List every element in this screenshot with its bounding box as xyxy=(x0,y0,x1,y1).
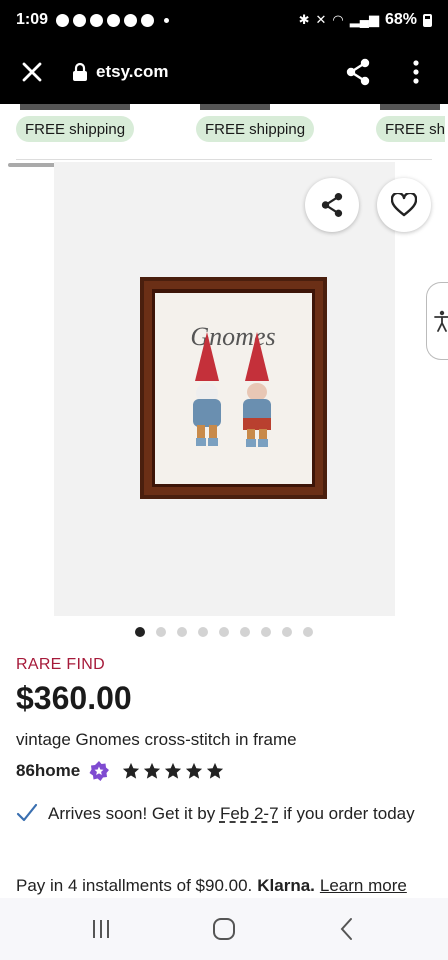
pagination-dot[interactable] xyxy=(261,627,271,637)
favorite-button[interactable] xyxy=(377,178,431,232)
pagination-dot[interactable] xyxy=(219,627,229,637)
framed-artwork: Gnomes xyxy=(140,277,327,499)
wifi-icon: ◠ xyxy=(332,12,344,27)
divider xyxy=(16,159,432,160)
notification-icon xyxy=(107,13,121,27)
url-text: etsy.com xyxy=(96,62,169,81)
free-shipping-badge: FREE shipping xyxy=(196,116,315,142)
star-icon xyxy=(186,762,203,779)
star-icon xyxy=(144,762,161,779)
status-bar: 1:09 ✱ ✕ ◠ ▂▄▆ 68% xyxy=(0,0,448,40)
star-seller-icon xyxy=(88,760,110,782)
installments-row: Pay in 4 installments of $90.00. Klarna. L… xyxy=(16,876,407,896)
product-image[interactable]: Gnomes xyxy=(54,162,395,616)
home-icon xyxy=(212,918,235,940)
accessibility-button[interactable] xyxy=(426,282,448,360)
star-icon xyxy=(123,762,140,779)
heart-icon xyxy=(391,193,417,217)
pagination-dot[interactable] xyxy=(240,627,250,637)
notification-icons xyxy=(56,13,170,27)
home-button[interactable] xyxy=(200,905,248,953)
star-icon xyxy=(165,762,182,779)
system-icons: ✱ ✕ ◠ ▂▄▆ 68% xyxy=(299,11,432,29)
close-tab-button[interactable] xyxy=(16,56,48,88)
pagination-dot[interactable] xyxy=(135,627,145,637)
browser-toolbar: etsy.com xyxy=(0,40,448,104)
shop-row[interactable]: 86home xyxy=(16,760,224,782)
share-icon xyxy=(346,58,370,86)
related-items-strip[interactable]: FREE shipping FREE shipping FREE sh xyxy=(0,104,448,160)
pagination-dot[interactable] xyxy=(156,627,166,637)
notification-icon xyxy=(124,13,138,27)
recents-button[interactable] xyxy=(77,905,125,953)
more-vert-icon xyxy=(413,60,419,84)
pagination-dot[interactable] xyxy=(177,627,187,637)
system-nav-bar xyxy=(0,898,448,960)
cut-price xyxy=(200,104,270,110)
back-icon xyxy=(340,918,352,940)
share-icon xyxy=(321,193,343,217)
installments-text: Pay in 4 installments of $90.00. xyxy=(16,876,253,895)
browser-menu-button[interactable] xyxy=(400,56,432,88)
more-notifications-dot xyxy=(164,17,170,23)
notification-icon xyxy=(56,13,70,27)
battery-icon xyxy=(423,13,432,27)
free-shipping-badge: FREE shipping xyxy=(16,116,135,142)
cut-price xyxy=(20,104,130,110)
delivery-tail: if you order today xyxy=(278,804,415,823)
share-button[interactable] xyxy=(342,56,374,88)
signal-icon: ▂▄▆ xyxy=(349,12,379,27)
accessibility-icon xyxy=(433,310,448,332)
pagination-dot[interactable] xyxy=(198,627,208,637)
delivery-date[interactable]: Feb 2-7 xyxy=(220,804,279,823)
back-button[interactable] xyxy=(323,905,371,953)
image-pagination[interactable] xyxy=(0,627,448,637)
cut-price xyxy=(380,104,440,110)
recents-icon xyxy=(93,920,110,938)
delivery-lead: Arrives soon! Get it by xyxy=(48,804,220,823)
artwork-caption: Gnomes xyxy=(190,322,275,351)
learn-more-link[interactable]: Learn more xyxy=(320,876,407,895)
rating-stars[interactable] xyxy=(122,762,224,780)
product-title: vintage Gnomes cross-stitch in frame xyxy=(16,730,297,749)
price: $360.00 xyxy=(16,680,132,716)
lock-icon xyxy=(73,62,87,81)
mute-icon: ✕ xyxy=(315,12,327,27)
pagination-dot[interactable] xyxy=(282,627,292,637)
shop-name[interactable]: 86home xyxy=(16,761,80,781)
url-bar[interactable]: etsy.com xyxy=(72,62,168,82)
free-shipping-badge: FREE sh xyxy=(376,116,446,142)
share-listing-button[interactable] xyxy=(305,178,359,232)
pagination-dot[interactable] xyxy=(303,627,313,637)
delivery-estimate: Arrives soon! Get it by Feb 2-7 if you o… xyxy=(16,802,436,826)
klarna-logo: Klarna. xyxy=(257,876,315,895)
delivery-text: Arrives soon! Get it by Feb 2-7 if you o… xyxy=(48,802,415,826)
notification-icon xyxy=(73,13,87,27)
close-icon xyxy=(22,62,42,82)
star-icon xyxy=(207,762,224,779)
messenger-icon xyxy=(141,13,155,27)
check-icon xyxy=(16,803,38,822)
battery-level: 68% xyxy=(384,11,417,28)
rare-find-badge: RARE FIND xyxy=(16,656,105,673)
bluetooth-icon: ✱ xyxy=(298,12,310,27)
clock: 1:09 xyxy=(16,11,49,28)
notification-icon xyxy=(90,13,104,27)
